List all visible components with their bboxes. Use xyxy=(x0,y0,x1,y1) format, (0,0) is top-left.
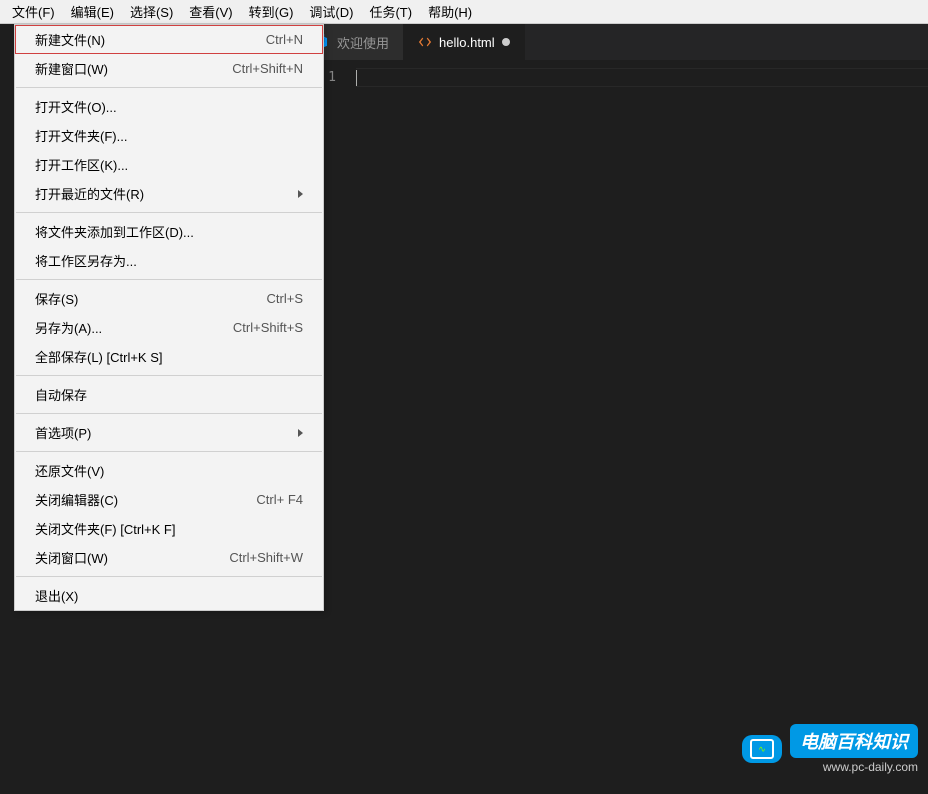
menu-item-label: 首选项(P) xyxy=(35,423,91,442)
watermark-badge: ∿ xyxy=(742,735,782,763)
menu-item[interactable]: 关闭编辑器(C) Ctrl+ F4 xyxy=(15,485,323,514)
menu-separator xyxy=(16,212,322,213)
menu-separator xyxy=(16,451,322,452)
menu-item-shortcut: Ctrl+N xyxy=(266,32,303,47)
html-code-icon xyxy=(418,35,432,49)
menu-separator xyxy=(16,87,322,88)
menu-item-label: 新建文件(N) xyxy=(35,30,105,49)
tab-label: 欢迎使用 xyxy=(337,33,389,52)
menu-item-label: 退出(X) xyxy=(35,586,78,605)
menu-item-label: 打开最近的文件(R) xyxy=(35,184,144,203)
menu-item[interactable]: 新建文件(N) Ctrl+N xyxy=(15,25,323,54)
menu-go[interactable]: 转到(G) xyxy=(241,0,302,24)
menu-item-label: 全部保存(L) [Ctrl+K S] xyxy=(35,347,163,366)
pulse-icon: ∿ xyxy=(758,745,766,754)
menu-item[interactable]: 还原文件(V) xyxy=(15,456,323,485)
menu-item[interactable]: 将文件夹添加到工作区(D)... xyxy=(15,217,323,246)
watermark-url: www.pc-daily.com xyxy=(790,760,918,774)
code-content[interactable] xyxy=(356,60,928,794)
menu-separator xyxy=(16,576,322,577)
menu-item-shortcut: Ctrl+Shift+N xyxy=(232,61,303,76)
menu-view[interactable]: 查看(V) xyxy=(181,0,240,24)
menu-item-label: 关闭窗口(W) xyxy=(35,548,108,567)
tab-label: hello.html xyxy=(439,35,495,50)
menubar: 文件(F) 编辑(E) 选择(S) 查看(V) 转到(G) 调试(D) 任务(T… xyxy=(0,0,928,24)
menu-item[interactable]: 关闭文件夹(F) [Ctrl+K F] xyxy=(15,514,323,543)
menu-debug[interactable]: 调试(D) xyxy=(301,0,361,24)
menu-item-label: 将工作区另存为... xyxy=(35,251,137,270)
menu-item-shortcut: Ctrl+S xyxy=(267,291,303,306)
menu-item-label: 打开文件夹(F)... xyxy=(35,126,127,145)
text-cursor xyxy=(356,70,357,86)
menu-file[interactable]: 文件(F) xyxy=(4,0,63,24)
menu-item-label: 关闭编辑器(C) xyxy=(35,490,118,509)
menu-item[interactable]: 保存(S) Ctrl+S xyxy=(15,284,323,313)
menu-item-shortcut: Ctrl+Shift+S xyxy=(233,320,303,335)
menu-item[interactable]: 打开最近的文件(R) xyxy=(15,179,323,208)
menu-item-label: 打开工作区(K)... xyxy=(35,155,128,174)
menu-item-label: 将文件夹添加到工作区(D)... xyxy=(35,222,194,241)
watermark-brand: 电脑百科知识 xyxy=(790,724,918,758)
menu-item[interactable]: 将工作区另存为... xyxy=(15,246,323,275)
menu-item[interactable]: 打开文件(O)... xyxy=(15,92,323,121)
current-line-highlight xyxy=(356,68,928,87)
dirty-indicator-icon xyxy=(502,38,510,46)
submenu-arrow-icon xyxy=(298,190,303,198)
tab-hello-html[interactable]: hello.html xyxy=(404,24,525,60)
menu-item-label: 新建窗口(W) xyxy=(35,59,108,78)
menu-item[interactable]: 打开文件夹(F)... xyxy=(15,121,323,150)
menu-item-label: 保存(S) xyxy=(35,289,78,308)
menu-item[interactable]: 另存为(A)... Ctrl+Shift+S xyxy=(15,313,323,342)
menu-tasks[interactable]: 任务(T) xyxy=(361,0,420,24)
menu-selection[interactable]: 选择(S) xyxy=(122,0,181,24)
menu-item[interactable]: 首选项(P) xyxy=(15,418,323,447)
menu-item-label: 还原文件(V) xyxy=(35,461,104,480)
file-dropdown-menu: 新建文件(N) Ctrl+N 新建窗口(W) Ctrl+Shift+N 打开文件(O).… xyxy=(14,24,324,611)
editor-body[interactable]: 1 xyxy=(300,60,928,794)
submenu-arrow-icon xyxy=(298,429,303,437)
menu-item[interactable]: 退出(X) xyxy=(15,581,323,610)
menu-help[interactable]: 帮助(H) xyxy=(420,0,480,24)
menu-item-label: 关闭文件夹(F) [Ctrl+K F] xyxy=(35,519,175,538)
menu-item[interactable]: 打开工作区(K)... xyxy=(15,150,323,179)
menu-item[interactable]: 自动保存 xyxy=(15,380,323,409)
menu-item[interactable]: 新建窗口(W) Ctrl+Shift+N xyxy=(15,54,323,83)
menu-separator xyxy=(16,413,322,414)
menu-item-label: 打开文件(O)... xyxy=(35,97,117,116)
watermark: ∿ 电脑百科知识 www.pc-daily.com xyxy=(742,724,918,774)
menu-item-label: 自动保存 xyxy=(35,385,87,404)
menu-item-label: 另存为(A)... xyxy=(35,318,102,337)
menu-separator xyxy=(16,279,322,280)
menu-separator xyxy=(16,375,322,376)
menu-item-shortcut: Ctrl+ F4 xyxy=(256,492,303,507)
tabs-row: 欢迎使用 hello.html xyxy=(300,24,928,60)
menu-item[interactable]: 关闭窗口(W) Ctrl+Shift+W xyxy=(15,543,323,572)
menu-item[interactable]: 全部保存(L) [Ctrl+K S] xyxy=(15,342,323,371)
menu-edit[interactable]: 编辑(E) xyxy=(63,0,122,24)
menu-item-shortcut: Ctrl+Shift+W xyxy=(229,550,303,565)
monitor-icon: ∿ xyxy=(750,739,774,759)
